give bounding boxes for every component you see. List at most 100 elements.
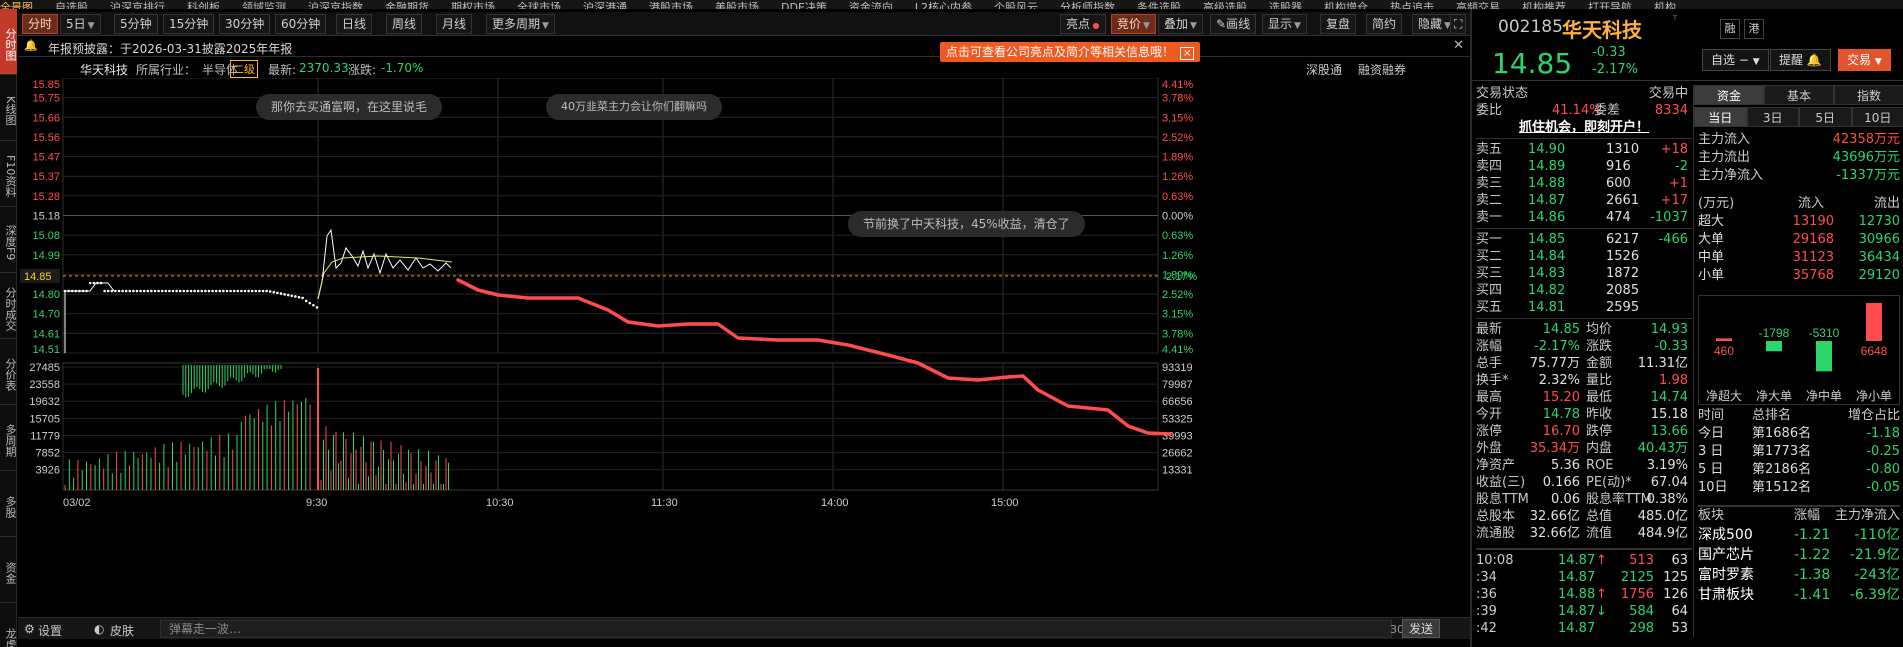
sector-row[interactable]: 甘肃板块 -1.41 -6.39亿 (1698, 585, 1900, 605)
danmaku-input[interactable]: 弹幕走一波… (160, 620, 1392, 638)
top-menu-item[interactable]: 沪深京指数 (308, 2, 363, 9)
top-menu-item[interactable]: 全球市场 (517, 2, 561, 9)
left-nav-item[interactable]: 资金 (0, 537, 17, 603)
stat-row: 净资产 5.36 ROE 3.19% (1476, 457, 1692, 474)
tick-count: 63 (1671, 553, 1688, 568)
left-nav-item[interactable]: 分价表 (0, 339, 17, 405)
top-menu-item[interactable]: 自选股 (55, 2, 88, 9)
auction-point (142, 289, 146, 293)
badge-rz[interactable]: 融 (1720, 19, 1740, 39)
top-menu-item[interactable]: DDE决策 (781, 2, 827, 9)
skin-label[interactable]: 皮肤 (110, 622, 134, 639)
toolbar-draw[interactable]: ✎画线 (1210, 14, 1257, 34)
stat-label: 涨幅 (1476, 339, 1503, 354)
toolbar-tab-week[interactable]: 周线 (386, 14, 423, 34)
top-menu-item[interactable]: 领域监测 (242, 2, 286, 9)
fund-tab[interactable]: 资金 (1694, 85, 1764, 105)
left-nav-item[interactable]: 分时图 (0, 9, 17, 75)
order-size-label: 中单 (1698, 250, 1725, 265)
auction-point (254, 289, 258, 293)
top-menu-item[interactable]: 期权市场 (451, 2, 495, 9)
left-nav-item[interactable]: 分时成交 (0, 273, 17, 339)
rank-col: 增仓占比 (1847, 408, 1900, 423)
watchlist-button[interactable]: 自选 − ▼ (1702, 49, 1769, 71)
x-axis-label: 9:30 (306, 497, 327, 509)
period-tab[interactable]: 10日 (1851, 107, 1903, 127)
stock-name[interactable]: 华天科技 (1562, 14, 1642, 43)
toolbar-tab-5min[interactable]: 5分钟 (114, 14, 158, 34)
badge-hk[interactable]: 港 (1744, 19, 1764, 39)
auction-point (88, 281, 92, 285)
toolbar-tab-day[interactable]: 日线 (336, 14, 373, 34)
watchlist-label: 自选 (1711, 53, 1736, 67)
left-nav-item[interactable]: F10资料 (0, 141, 17, 207)
top-menu-item[interactable]: 资金流向 (849, 2, 893, 9)
period-tab[interactable]: 当日 (1694, 107, 1747, 127)
skin-icon[interactable]: ◐ (94, 622, 104, 636)
chart-toolbar: 分时 5日 ▼ 5分钟 15分钟 30分钟 60分钟 日线 周线 月线 更多周期 ▼… (18, 12, 1470, 36)
sector-row[interactable]: 国产芯片 -1.22 -21.9亿 (1698, 545, 1900, 565)
toolbar-highlights[interactable]: 亮点 ● (1060, 14, 1106, 34)
volume-tick-left: 27485 (29, 362, 60, 374)
notice-close-icon[interactable]: ✕ (1453, 38, 1464, 53)
toolbar-display[interactable]: 显示 ▼ (1262, 14, 1307, 34)
tag-sgt[interactable]: 深股通 (1306, 61, 1342, 78)
top-menu-item[interactable]: 美股市场 (715, 2, 759, 9)
stat-label: 今开 (1476, 407, 1503, 422)
top-menu-item[interactable]: 科创板 (187, 2, 220, 9)
toolbar-tab-15min[interactable]: 15分钟 (163, 14, 215, 34)
left-nav-item[interactable]: K线图 (0, 75, 17, 141)
send-button[interactable]: 发送 (1402, 619, 1441, 638)
stat-value: 0.06 (1551, 492, 1580, 507)
sector-row[interactable]: 深成500 -1.21 -110亿 (1698, 525, 1900, 545)
trade-button[interactable]: 交易 ▼ (1838, 49, 1891, 71)
top-menu-item[interactable]: 沪深京排行 (110, 2, 165, 9)
period-tab[interactable]: 3日 (1746, 107, 1799, 127)
price-tick-label: 15.85 (32, 79, 60, 91)
auction-point (182, 289, 186, 293)
left-nav-item[interactable]: 龙虎 (0, 603, 17, 647)
auction-point (175, 289, 178, 293)
toolbar-tab-intraday[interactable]: 分时 (22, 14, 59, 34)
toolbar-tab-5day[interactable]: 5日 ▼ (60, 14, 101, 34)
stat-label: 总值 (1586, 509, 1613, 524)
top-menu-item[interactable]: 机构增仓 (1324, 2, 1368, 9)
top-menu-item[interactable]: 分析师指数 (1060, 2, 1115, 9)
toolbar-replay[interactable]: 复盘 (1320, 14, 1357, 34)
toolbar-simple[interactable]: 简约 (1366, 14, 1403, 34)
sector-row[interactable]: 富时罗素 -1.38 -243亿 (1698, 565, 1900, 585)
top-menu-item[interactable]: 沪深港通 (583, 2, 627, 9)
toolbar-tab-month[interactable]: 月线 (436, 14, 473, 34)
toolbar-tab-30min[interactable]: 30分钟 (219, 14, 271, 34)
fund-tab[interactable]: 基本 (1764, 85, 1834, 105)
toolbar-auction[interactable]: 竞价 ▼ (1111, 14, 1156, 34)
period-tabs: 当日 3日 5日 10日 (1694, 107, 1903, 127)
intraday-chart[interactable]: 15.85 4.41% 15.75 3.78% 15.66 3.15% 15.56 2.52%… (18, 78, 1470, 615)
top-menu-item[interactable]: 选股器 (1269, 2, 1302, 9)
top-menu-item[interactable]: 热点追击 (1390, 2, 1434, 9)
info-icon[interactable]: ᵀ (1673, 15, 1677, 26)
toolbar-overlay[interactable]: 叠加 ▼ (1158, 14, 1203, 34)
top-menu-item[interactable]: 个股风云 (994, 2, 1038, 9)
sector-flow: -6.39亿 (1849, 587, 1900, 603)
top-menu-item[interactable]: 条件选股 (1137, 2, 1181, 9)
alert-button[interactable]: 提醒 🔔 (1770, 49, 1831, 71)
top-menu-item[interactable]: 港股市场 (649, 2, 693, 9)
fullscreen-icon[interactable]: ⛶ (1450, 14, 1467, 34)
auction-point (135, 289, 139, 293)
toolbar-tab-60min[interactable]: 60分钟 (275, 14, 327, 34)
left-nav-item[interactable]: 多股 (0, 471, 17, 537)
top-menu-item[interactable]: L2核心内参 (915, 2, 972, 9)
open-account-link[interactable]: 抓住机会，即刻开户！ (1476, 119, 1692, 136)
left-nav-item[interactable]: 多周期 (0, 405, 17, 471)
left-nav-item[interactable]: 深度F9 (0, 207, 17, 273)
period-tab[interactable]: 5日 (1799, 107, 1852, 127)
settings-label[interactable]: 设置 (38, 622, 62, 639)
tag-rzrq[interactable]: 融资融券 (1358, 61, 1406, 78)
top-menu-item[interactable]: 高级选股 (1203, 2, 1247, 9)
toolbar-more-periods[interactable]: 更多周期 ▼ (486, 14, 555, 34)
settings-icon[interactable]: ⚙ (24, 622, 35, 636)
fund-tab[interactable]: 指数 (1834, 85, 1903, 105)
top-menu-item[interactable]: 金融期货 (385, 2, 429, 9)
stat-row: 外盘 35.34万 内盘 40.43万 (1476, 440, 1692, 457)
